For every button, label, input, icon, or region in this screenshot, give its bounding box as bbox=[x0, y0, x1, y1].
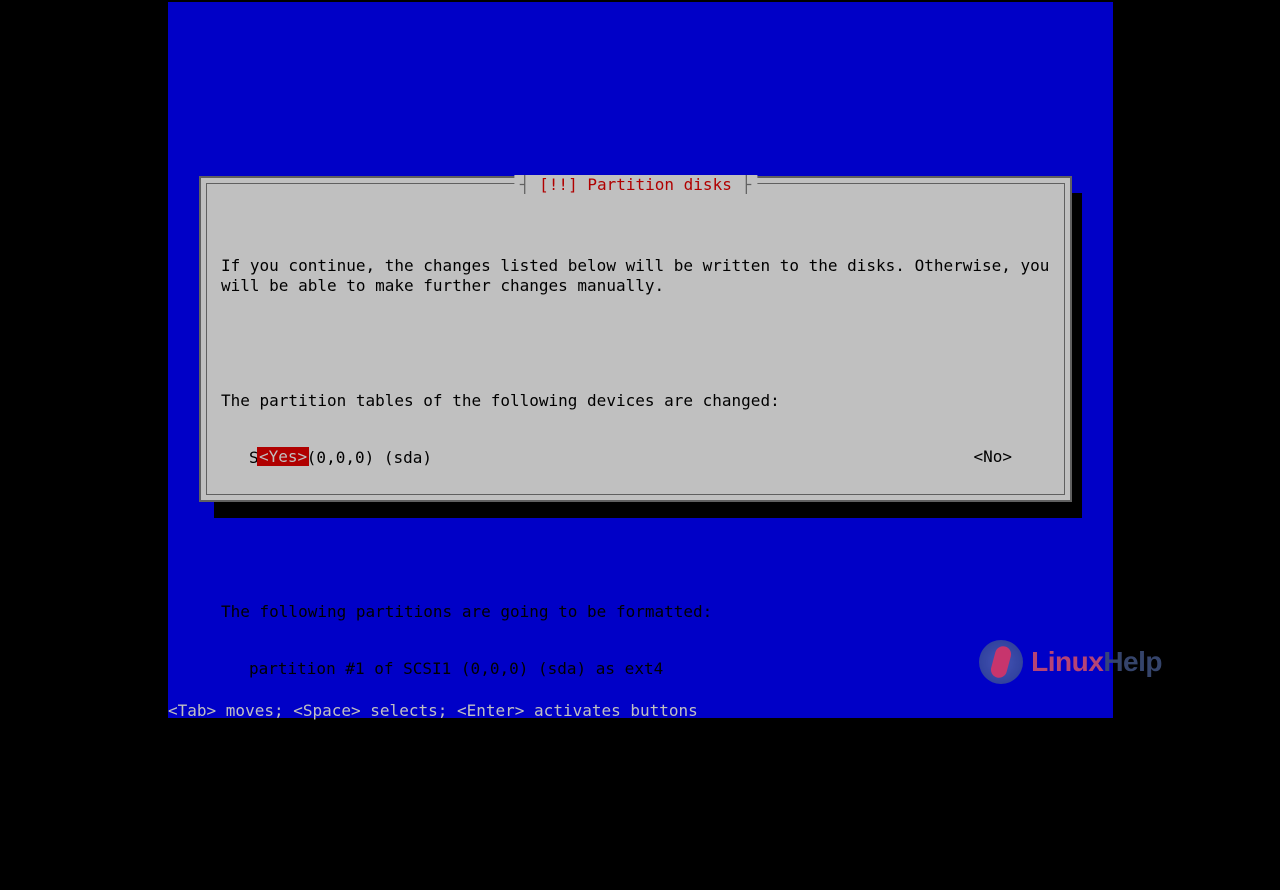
format-section: The following partitions are going to be… bbox=[221, 563, 1050, 774]
button-row: <Yes> <No> bbox=[257, 447, 1014, 466]
yes-button[interactable]: <Yes> bbox=[257, 447, 309, 466]
tables-heading: The partition tables of the following de… bbox=[221, 391, 1050, 410]
linuxhelp-icon bbox=[979, 640, 1023, 684]
dialog-content: If you continue, the changes listed belo… bbox=[221, 218, 1050, 480]
partition-dialog: ┤ [!!] Partition disks ├ If you continue… bbox=[199, 176, 1072, 502]
intro-text: If you continue, the changes listed belo… bbox=[221, 256, 1050, 294]
format-heading: The following partitions are going to be… bbox=[221, 602, 1050, 621]
format-partition-1: partition #1 of SCSI1 (0,0,0) (sda) as e… bbox=[221, 659, 1050, 678]
no-button[interactable]: <No> bbox=[971, 447, 1014, 466]
dialog-title: ┤ [!!] Partition disks ├ bbox=[514, 175, 757, 194]
tables-section: The partition tables of the following de… bbox=[221, 352, 1050, 506]
keyboard-hint: <Tab> moves; <Space> selects; <Enter> ac… bbox=[168, 701, 698, 720]
watermark-logo: LinuxHelp bbox=[979, 640, 1162, 684]
linuxhelp-text: LinuxHelp bbox=[1031, 646, 1162, 678]
confirm-prompt: Write the changes to disks? bbox=[221, 832, 1050, 851]
